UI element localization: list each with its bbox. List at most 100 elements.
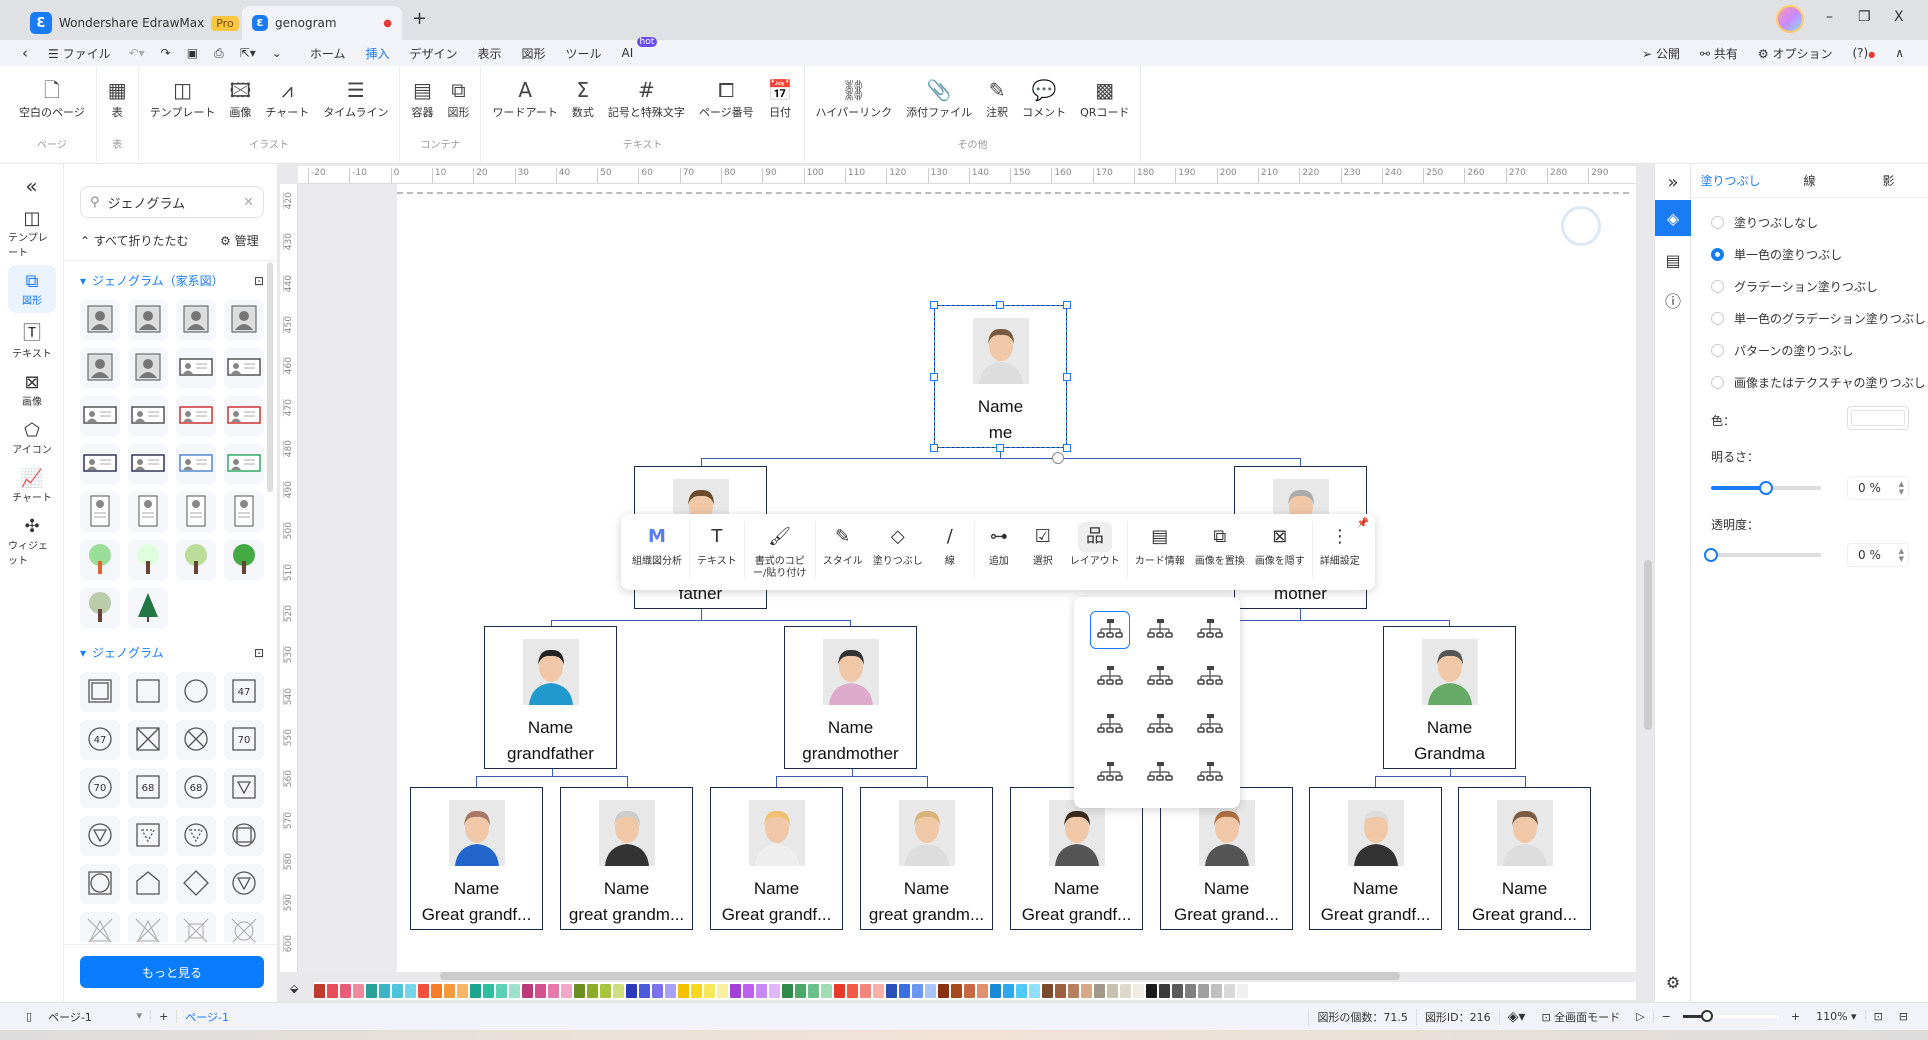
ribbon-button-wordart[interactable]: A ワードアート xyxy=(485,78,564,120)
shape-id-card-red[interactable] xyxy=(224,396,264,436)
section-library-icon[interactable]: ⊡ xyxy=(254,646,264,660)
shape-square-dotted-triangle[interactable] xyxy=(128,816,168,856)
color-swatch[interactable] xyxy=(756,984,767,998)
page-properties-icon[interactable]: ▤ xyxy=(1655,242,1691,278)
color-swatch[interactable] xyxy=(938,984,949,998)
color-swatch[interactable] xyxy=(574,984,585,998)
zoom-slider[interactable] xyxy=(1682,1010,1779,1022)
color-swatch[interactable] xyxy=(665,984,676,998)
shape-tree-bare[interactable] xyxy=(80,588,120,628)
menu-insert[interactable]: 挿入 xyxy=(355,45,399,68)
shape-portrait-card[interactable] xyxy=(176,492,216,532)
more-button[interactable]: もっと見る xyxy=(80,956,264,988)
shape-id-card-light-blue[interactable] xyxy=(176,444,216,484)
node-grandma[interactable]: Name Grandma xyxy=(1383,626,1516,769)
color-swatch[interactable] xyxy=(912,984,923,998)
color-swatch[interactable] xyxy=(821,984,832,998)
color-swatch[interactable] xyxy=(431,984,442,998)
color-swatch[interactable] xyxy=(392,984,403,998)
color-swatch[interactable] xyxy=(535,984,546,998)
ribbon-button-blank-page[interactable]: 🗋 空白のページ xyxy=(12,78,92,120)
toolbar-hide-image[interactable]: ⊠ 画像を隠す xyxy=(1250,522,1310,568)
shape-triangle[interactable] xyxy=(224,864,264,904)
brightness-slider[interactable] xyxy=(1711,481,1821,495)
fit-width-icon[interactable]: ⊟ xyxy=(1891,1010,1928,1023)
shape-circle-triangle[interactable] xyxy=(80,816,120,856)
sidebar-item-widget[interactable]: ✣ ウィジェット xyxy=(8,510,56,573)
radio-button[interactable] xyxy=(1711,247,1724,261)
shape-square-70[interactable]: 70 xyxy=(224,720,264,760)
play-icon[interactable]: ▷ xyxy=(1628,1010,1652,1023)
color-swatch[interactable] xyxy=(1224,984,1235,998)
color-swatch[interactable] xyxy=(1068,984,1079,998)
color-swatch[interactable] xyxy=(1146,984,1157,998)
shape-id-card[interactable] xyxy=(224,348,264,388)
resize-handle[interactable] xyxy=(1063,444,1071,452)
page-dropdown[interactable]: ページ-1 ▾ xyxy=(40,1009,150,1025)
ribbon-button-annotation[interactable]: ✎ 注釈 xyxy=(979,78,1015,120)
color-swatch[interactable] xyxy=(509,984,520,998)
close-button[interactable]: X xyxy=(1894,9,1904,25)
tab-line[interactable]: 線 xyxy=(1770,172,1849,189)
library-scrollbar[interactable] xyxy=(267,262,273,492)
radio-button[interactable] xyxy=(1711,311,1724,325)
layers-icon[interactable]: ◈▾ xyxy=(1498,1008,1534,1025)
resize-handle[interactable] xyxy=(996,301,1004,309)
color-swatch[interactable] xyxy=(795,984,806,998)
color-swatch[interactable] xyxy=(704,984,715,998)
color-swatch[interactable] xyxy=(1029,984,1040,998)
toolbar-format-painter[interactable]: 🖌 書式のコピー/貼り付け xyxy=(747,522,813,580)
fill-option[interactable]: 画像またはテクスチャの塗りつぶし xyxy=(1691,366,1928,398)
ribbon-button-formula[interactable]: Σ 数式 xyxy=(565,78,601,120)
more-dropdown-icon[interactable]: ⌄ xyxy=(264,46,300,60)
color-swatch[interactable] xyxy=(1094,984,1105,998)
shape-tree-orange[interactable] xyxy=(80,540,120,580)
ribbon-button-comment[interactable]: 💬 コメント xyxy=(1015,78,1073,120)
color-swatch[interactable] xyxy=(1042,984,1053,998)
color-swatch[interactable] xyxy=(1003,984,1014,998)
shape-circle-cross[interactable] xyxy=(224,912,264,942)
doc-tab[interactable]: Ɛ genogram ● xyxy=(242,6,402,40)
node-great-grandparent[interactable]: Name Great grandf... xyxy=(410,787,543,930)
color-swatch[interactable] xyxy=(730,984,741,998)
shape-person-frame-dark[interactable] xyxy=(224,300,264,340)
node-great-grandparent[interactable]: Name Great grand... xyxy=(1458,787,1591,930)
toolbar-layout[interactable]: 品レイアウト xyxy=(1065,522,1125,568)
shape-pentagon[interactable] xyxy=(128,864,168,904)
add-page-button[interactable]: + xyxy=(150,1010,178,1023)
sidebar-item-icons[interactable]: ⬠ アイコン xyxy=(8,414,56,462)
page-tab-1[interactable]: ページ-1 xyxy=(177,1009,237,1025)
node-grandfather[interactable]: Name grandfather xyxy=(484,626,617,769)
node-great-grandparent[interactable]: Name Great grandf... xyxy=(710,787,843,930)
shape-tree-pine[interactable] xyxy=(128,588,168,628)
color-swatch[interactable] xyxy=(1133,984,1144,998)
shape-portrait-card[interactable] xyxy=(128,492,168,532)
color-swatch[interactable] xyxy=(1237,984,1248,998)
back-icon[interactable]: ‹ xyxy=(0,44,38,62)
color-swatch[interactable] xyxy=(1211,984,1222,998)
shape-tree-light[interactable] xyxy=(176,540,216,580)
color-swatch[interactable] xyxy=(353,984,364,998)
color-swatch[interactable] xyxy=(444,984,455,998)
tab-fill[interactable]: 塗りつぶし xyxy=(1691,172,1770,189)
shape-id-card-green[interactable] xyxy=(224,444,264,484)
shape-square-cross[interactable] xyxy=(176,912,216,942)
shape-person-label[interactable] xyxy=(80,348,120,388)
color-swatch[interactable] xyxy=(405,984,416,998)
ribbon-button-page-number[interactable]: ⧠ ページ番号 xyxy=(692,78,761,120)
color-swatch[interactable] xyxy=(860,984,871,998)
shape-portrait-card[interactable] xyxy=(224,492,264,532)
color-swatch[interactable] xyxy=(743,984,754,998)
fill-option[interactable]: 単一色のグラデーション塗りつぶし xyxy=(1691,302,1928,334)
color-swatch[interactable] xyxy=(327,984,338,998)
color-swatch[interactable] xyxy=(548,984,559,998)
color-swatch[interactable] xyxy=(340,984,351,998)
sidebar-item-text[interactable]: 🅃 テキスト xyxy=(8,313,56,366)
shape-cross-triangle-line[interactable] xyxy=(128,912,168,942)
shape-circle-47[interactable]: 47 xyxy=(80,720,120,760)
color-swatch[interactable] xyxy=(769,984,780,998)
layout-option-upward-tree[interactable] xyxy=(1140,754,1180,792)
toolbar-line[interactable]: ∕ 線 xyxy=(928,522,972,568)
shape-person-circle[interactable] xyxy=(128,300,168,340)
ribbon-button-qr-code[interactable]: ▩ QRコード xyxy=(1073,78,1136,120)
